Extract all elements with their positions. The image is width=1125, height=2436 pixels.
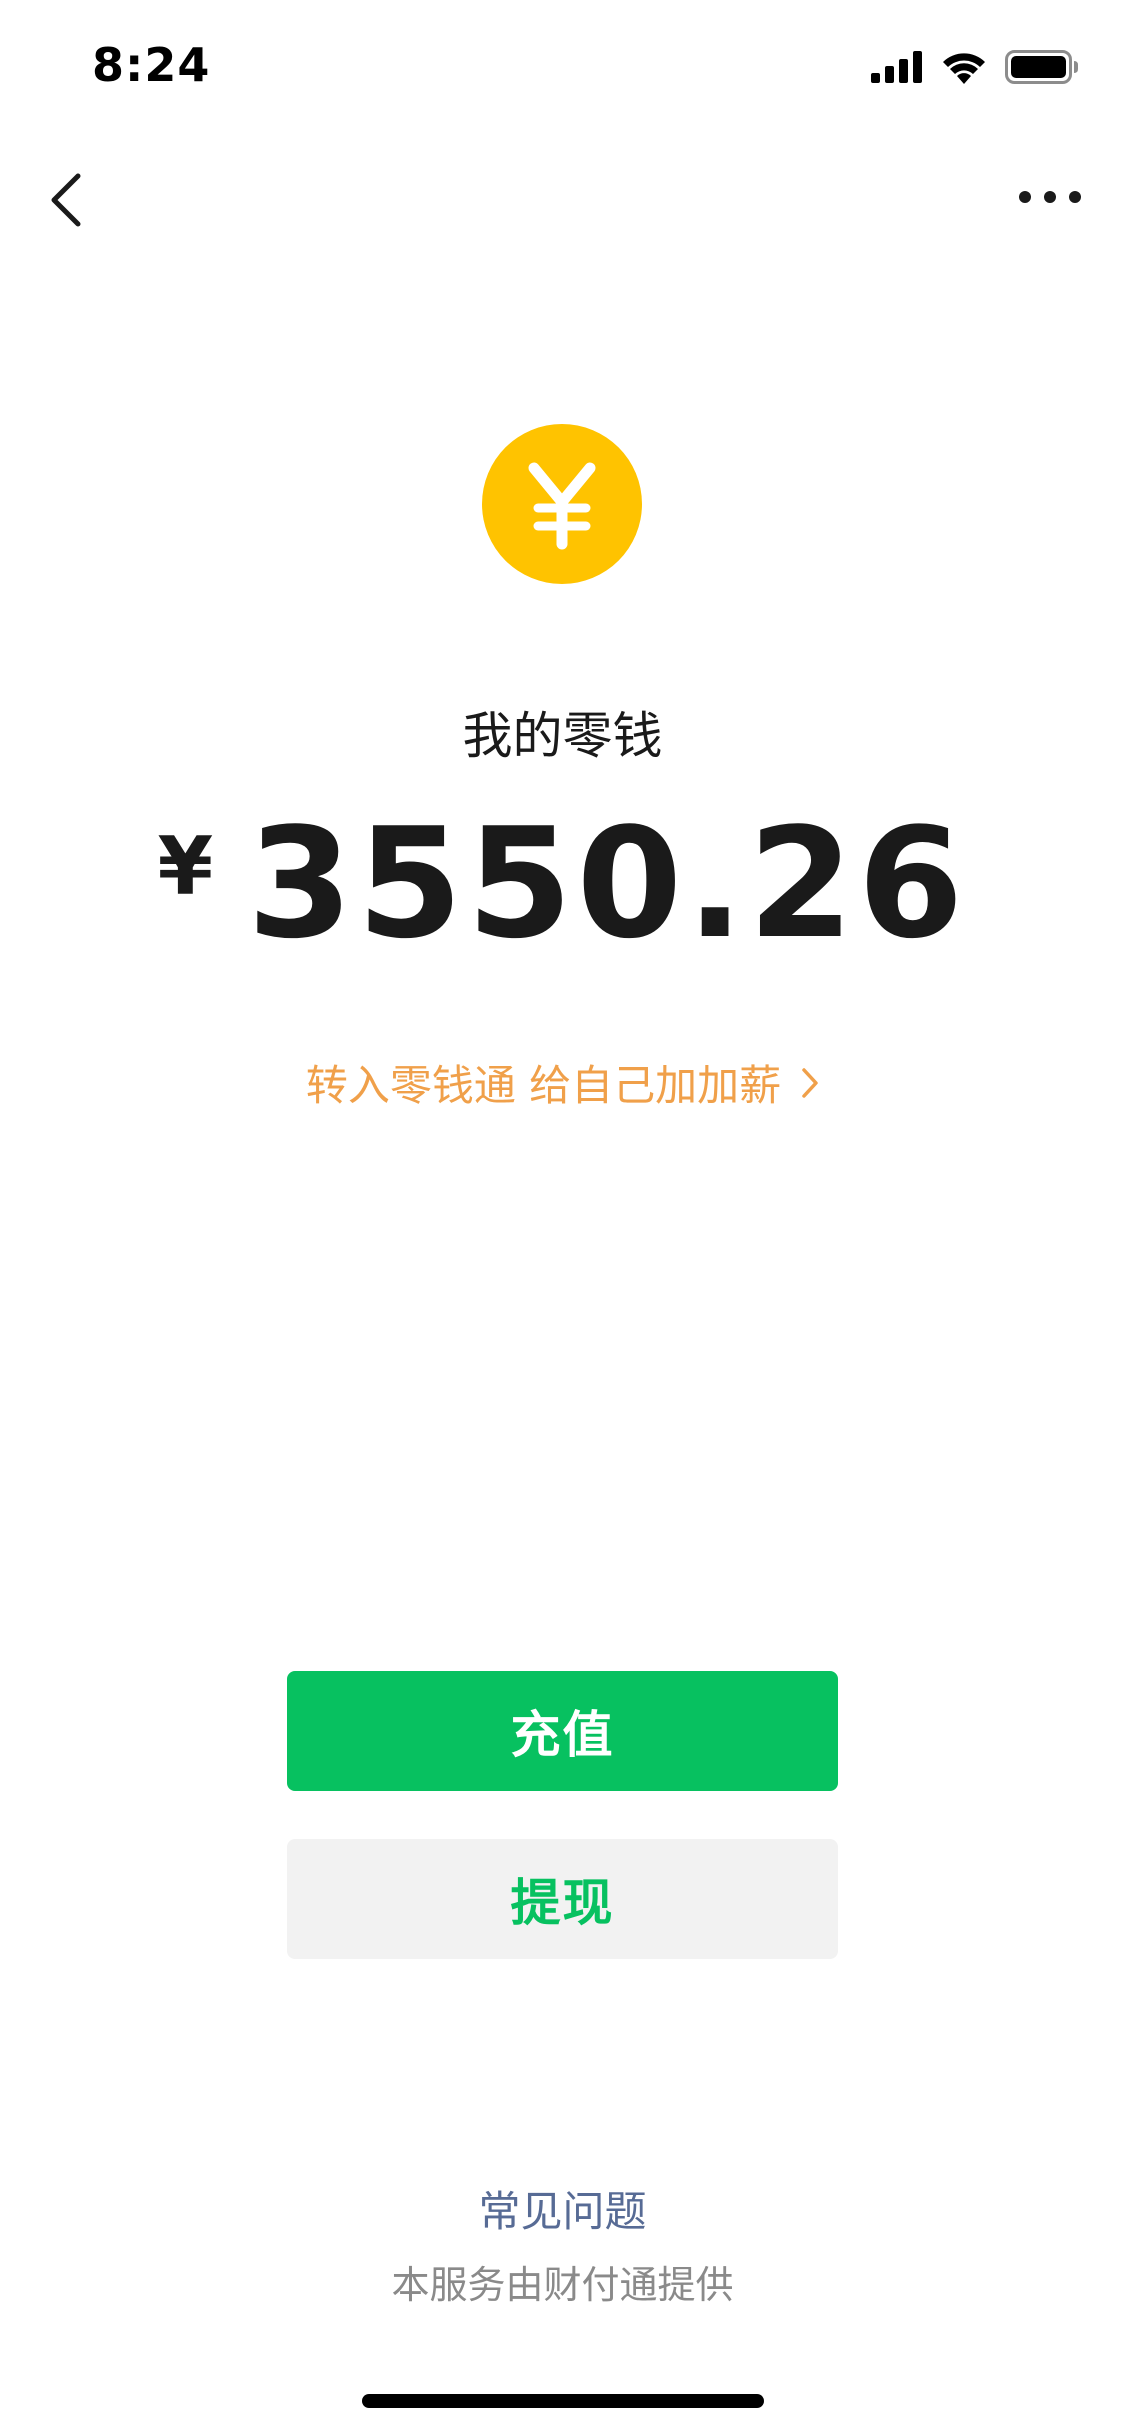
cellular-signal-icon	[871, 51, 922, 83]
balance-amount: 3550.26	[247, 795, 968, 972]
chevron-left-icon	[51, 173, 81, 227]
currency-symbol: ¥	[157, 820, 214, 913]
service-provider-note: 本服务由财付通提供	[391, 2263, 734, 2307]
yuan-coin-icon	[482, 424, 642, 584]
home-indicator[interactable]	[362, 2394, 764, 2408]
status-icons	[871, 50, 1079, 84]
battery-icon	[1005, 50, 1078, 84]
promo-link[interactable]: 转入零钱通 给自己加加薪	[0, 1052, 1125, 1113]
topup-button[interactable]: 充值	[287, 1671, 838, 1791]
more-dots-icon	[1019, 191, 1081, 203]
status-time: 8:24	[92, 38, 211, 92]
balance-display: ¥ 3550.26	[0, 808, 1125, 960]
promo-text: 转入零钱通 给自己加加薪	[305, 1061, 782, 1110]
withdraw-button[interactable]: 提现	[287, 1839, 838, 1959]
wallet-title: 我的零钱	[462, 707, 663, 765]
chevron-right-icon	[802, 1067, 818, 1098]
faq-link[interactable]: 常见问题	[0, 2178, 1125, 2239]
more-button[interactable]	[1015, 182, 1085, 212]
wifi-icon	[943, 53, 985, 84]
back-button[interactable]	[42, 168, 92, 232]
